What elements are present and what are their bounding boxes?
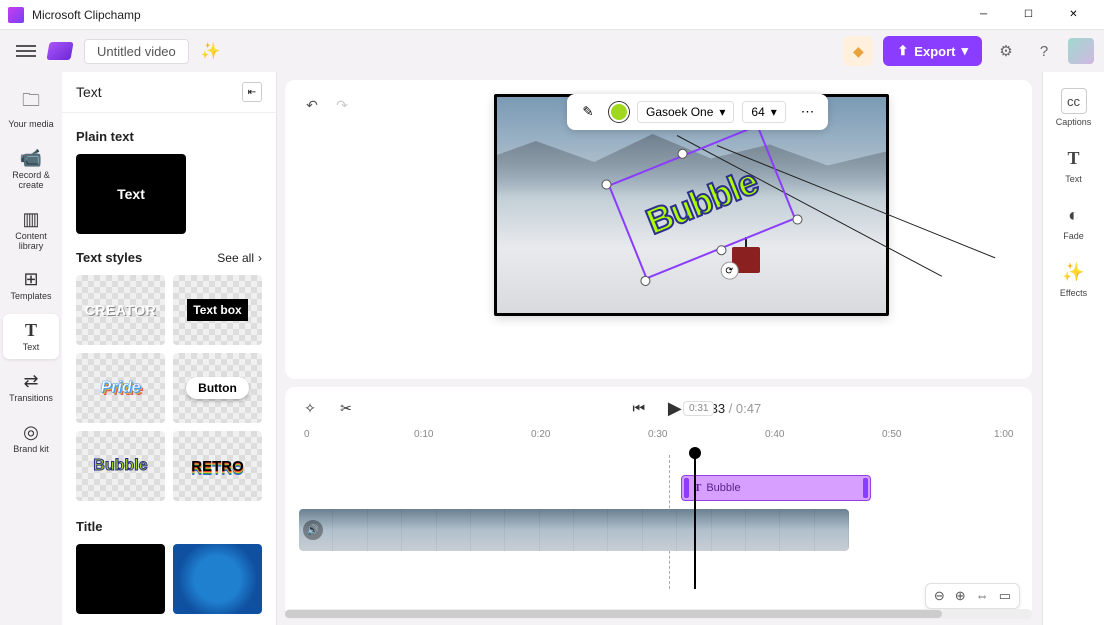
app-title: Microsoft Clipchamp bbox=[32, 8, 141, 22]
text-element[interactable]: Bubble ⟳ bbox=[590, 106, 815, 298]
text-styles-heading: Text styles bbox=[76, 250, 142, 265]
right-nav: ccCaptions TText ◐Fade ✨Effects bbox=[1042, 72, 1104, 625]
brandkit-icon: ◎ bbox=[23, 422, 39, 443]
rnav-effects[interactable]: ✨Effects bbox=[1060, 259, 1087, 298]
transitions-icon: ⇄ bbox=[23, 371, 38, 392]
style-tile-creator[interactable]: CREATOR bbox=[76, 275, 165, 345]
chevron-down-icon: ▾ bbox=[771, 105, 777, 119]
style-tile-button[interactable]: Button bbox=[173, 353, 262, 423]
text-edit-toolbar: ✎ Gasoek One▾ 64▾ ⋯ bbox=[567, 94, 828, 130]
fit-button[interactable]: ⇔ bbox=[976, 588, 989, 604]
menu-button[interactable] bbox=[16, 42, 36, 60]
panel-title: Text bbox=[76, 84, 102, 100]
text-icon: T bbox=[1061, 145, 1087, 171]
title-tile-2[interactable] bbox=[173, 544, 262, 614]
main-toolbar: Untitled video ✨ ◆ ⬆ Export ▾ ⚙ ? bbox=[0, 30, 1104, 72]
style-tile-textbox[interactable]: Text box bbox=[173, 275, 262, 345]
video-title-input[interactable]: Untitled video bbox=[84, 39, 189, 64]
library-icon: ▥ bbox=[22, 209, 39, 230]
split-button[interactable]: ✂ bbox=[335, 397, 357, 419]
title-bar: Microsoft Clipchamp ─ ☐ ✕ bbox=[0, 0, 1104, 30]
nav-your-media[interactable]: 🗀Your media bbox=[3, 82, 59, 136]
preview-card: ↶ ↷ ✎ Gasoek One▾ 64▾ ⋯ bbox=[285, 80, 1032, 379]
canvas-text-content: Bubble bbox=[590, 106, 815, 298]
captions-icon: cc bbox=[1061, 88, 1087, 114]
maximize-button[interactable]: ☐ bbox=[1006, 1, 1051, 29]
zoom-out-button[interactable]: ⊖ bbox=[934, 588, 945, 604]
redo-button[interactable]: ↷ bbox=[331, 94, 353, 116]
export-label: Export bbox=[914, 44, 955, 59]
minimize-button[interactable]: ─ bbox=[961, 1, 1006, 29]
color-picker[interactable] bbox=[609, 102, 629, 122]
nav-brand-kit[interactable]: ◎Brand kit bbox=[3, 416, 59, 461]
font-select[interactable]: Gasoek One▾ bbox=[637, 101, 734, 123]
chevron-right-icon: › bbox=[258, 251, 262, 265]
font-size-select[interactable]: 64▾ bbox=[742, 101, 786, 123]
speaker-icon[interactable]: 🔊 bbox=[303, 520, 323, 540]
premium-icon[interactable]: ◆ bbox=[843, 36, 873, 66]
zoom-preset-button[interactable]: ▭ bbox=[999, 588, 1011, 604]
effects-icon: ✨ bbox=[1060, 259, 1086, 285]
timeline-tracks[interactable]: T Bubble 🔊 bbox=[299, 455, 1018, 609]
logo-icon bbox=[46, 42, 73, 60]
rnav-text[interactable]: TText bbox=[1061, 145, 1087, 184]
timeline-ruler[interactable]: 0 0:10 0:20 0:30 0:40 0:50 1:00 0:31 bbox=[299, 425, 1018, 449]
side-panel: Text ⇤ Plain text Text Text styles See a… bbox=[62, 72, 277, 625]
nav-record[interactable]: 📹Record & create bbox=[3, 142, 59, 197]
app-icon bbox=[8, 7, 24, 23]
nav-transitions[interactable]: ⇄Transitions bbox=[3, 365, 59, 410]
rnav-fade[interactable]: ◐Fade bbox=[1061, 202, 1087, 241]
plain-text-tile[interactable]: Text bbox=[76, 154, 186, 234]
chevron-down-icon: ▾ bbox=[719, 105, 725, 119]
close-button[interactable]: ✕ bbox=[1051, 1, 1096, 29]
edit-text-button[interactable]: ✎ bbox=[575, 99, 601, 125]
templates-icon: ⊞ bbox=[23, 269, 38, 290]
nav-content-library[interactable]: ▥Content library bbox=[3, 203, 59, 258]
playhead-time-badge: 0:31 bbox=[683, 401, 714, 416]
skip-start-button[interactable]: ⏮ bbox=[628, 397, 650, 419]
nav-templates[interactable]: ⊞Templates bbox=[3, 263, 59, 308]
style-tile-retro[interactable]: RETRO bbox=[173, 431, 262, 501]
title-section-heading: Title bbox=[76, 519, 262, 534]
style-tile-bubble[interactable]: Bubble bbox=[76, 431, 165, 501]
style-tile-pride[interactable]: Pride bbox=[76, 353, 165, 423]
settings-icon[interactable]: ⚙ bbox=[992, 37, 1020, 65]
text-clip[interactable]: T Bubble bbox=[681, 475, 871, 501]
video-preview[interactable]: ✎ Gasoek One▾ 64▾ ⋯ Bubble bbox=[494, 94, 889, 316]
more-options-button[interactable]: ⋯ bbox=[794, 99, 820, 125]
playhead[interactable] bbox=[694, 455, 696, 589]
video-clip[interactable]: 🔊 bbox=[299, 509, 849, 551]
help-icon[interactable]: ? bbox=[1030, 37, 1058, 65]
profile-avatar[interactable] bbox=[1068, 38, 1094, 64]
zoom-controls: ⊖ ⊕ ⇔ ▭ bbox=[925, 583, 1020, 609]
rnav-captions[interactable]: ccCaptions bbox=[1056, 88, 1092, 127]
auto-compose-button[interactable]: ✧ bbox=[299, 397, 321, 419]
chevron-down-icon: ▾ bbox=[961, 43, 968, 59]
timeline-scrollbar[interactable] bbox=[285, 609, 1032, 619]
ai-wand-icon[interactable]: ✨ bbox=[201, 41, 221, 61]
record-icon: 📹 bbox=[20, 148, 42, 169]
text-icon: T bbox=[25, 320, 37, 341]
export-button[interactable]: ⬆ Export ▾ bbox=[883, 36, 982, 66]
zoom-in-button[interactable]: ⊕ bbox=[955, 588, 966, 604]
upload-icon: ⬆ bbox=[897, 43, 908, 59]
undo-button[interactable]: ↶ bbox=[301, 94, 323, 116]
collapse-panel-button[interactable]: ⇤ bbox=[242, 82, 262, 102]
see-all-link[interactable]: See all › bbox=[217, 251, 262, 265]
folder-icon: 🗀 bbox=[22, 88, 40, 118]
title-tile-1[interactable] bbox=[76, 544, 165, 614]
timeline-card: ✧ ✂ ⏮ ▶ 0:33 / 0:47 0 0:10 0:20 0:30 0:4… bbox=[285, 387, 1032, 617]
left-nav: 🗀Your media 📹Record & create ▥Content li… bbox=[0, 72, 62, 625]
fade-icon: ◐ bbox=[1061, 202, 1087, 228]
plain-text-heading: Plain text bbox=[76, 129, 262, 144]
nav-text[interactable]: TText bbox=[3, 314, 59, 359]
